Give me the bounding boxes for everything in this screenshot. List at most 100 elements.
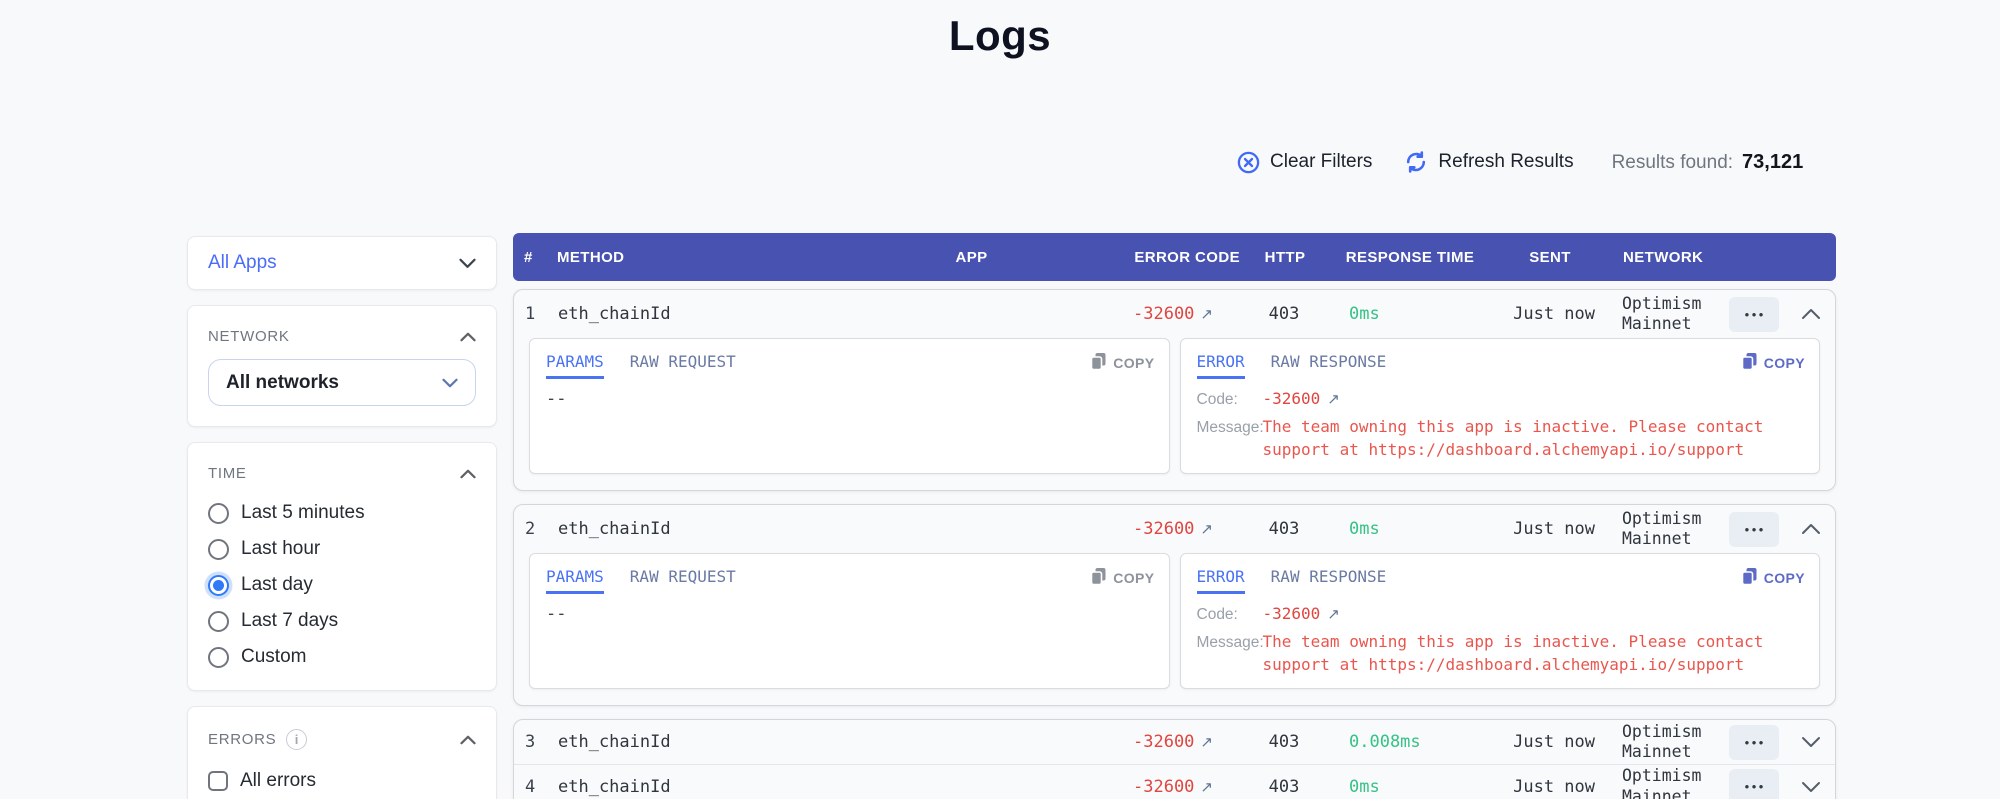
time-option-last-day[interactable]: Last day xyxy=(208,572,476,598)
log-row-group: 1 eth_chainId -32600 ↗ 403 0ms Just now … xyxy=(513,289,1836,491)
results-count: 73,121 xyxy=(1742,151,1803,174)
time-section-header[interactable]: TIME xyxy=(208,465,476,482)
checkbox-icon[interactable] xyxy=(208,771,228,791)
row-more-button[interactable]: ••• xyxy=(1729,297,1779,332)
row-error-code: -32600 xyxy=(1133,304,1194,324)
row-expand-toggle[interactable] xyxy=(1801,523,1821,535)
error-code-label: Code: xyxy=(1197,391,1263,409)
refresh-results-button[interactable]: Refresh Results xyxy=(1404,150,1573,174)
row-response-time: 0ms xyxy=(1329,304,1489,324)
apps-filter-dropdown[interactable]: All Apps xyxy=(187,236,497,290)
error-message-value: The team owning this app is inactive. Pl… xyxy=(1263,631,1804,676)
ellipsis-icon: ••• xyxy=(1742,522,1766,537)
response-panel: ERROR RAW RESPONSE COPY Code: -32600 ↗ xyxy=(1180,338,1821,474)
table-row[interactable]: 2 eth_chainId -32600 ↗ 403 0ms Just now … xyxy=(514,505,1835,553)
row-sent: Just now xyxy=(1489,519,1609,539)
time-option-label: Last 5 minutes xyxy=(241,502,365,524)
chevron-down-icon xyxy=(459,258,476,269)
chevron-up-icon xyxy=(460,332,476,342)
table-row[interactable]: 3 eth_chainId -32600 ↗ 403 0.008ms Just … xyxy=(514,720,1835,764)
col-header-sent: SENT xyxy=(1490,249,1610,266)
clear-filters-button[interactable]: Clear Filters xyxy=(1237,151,1372,174)
ellipsis-icon: ••• xyxy=(1742,779,1766,794)
error-code-link[interactable]: -32600 ↗ xyxy=(1263,389,1340,408)
response-panel: ERROR RAW RESPONSE COPY Code: -32600 ↗ xyxy=(1180,553,1821,689)
copy-response-button[interactable]: COPY xyxy=(1741,567,1805,589)
error-message-label: Message: xyxy=(1197,634,1263,652)
row-error-code-link[interactable]: -32600 ↗ xyxy=(1089,732,1239,752)
info-icon[interactable]: i xyxy=(286,729,307,750)
row-error-code: -32600 xyxy=(1133,732,1194,752)
params-value: -- xyxy=(546,389,566,409)
radio-icon[interactable] xyxy=(208,539,229,560)
radio-icon[interactable] xyxy=(208,647,229,668)
row-expand-toggle[interactable] xyxy=(1801,308,1821,320)
ellipsis-icon: ••• xyxy=(1742,307,1766,322)
log-row-group: 2 eth_chainId -32600 ↗ 403 0ms Just now … xyxy=(513,504,1836,706)
chevron-up-icon xyxy=(1801,523,1821,535)
tab-raw-response[interactable]: RAW RESPONSE xyxy=(1271,567,1387,594)
refresh-icon xyxy=(1404,150,1428,174)
table-rows: 1 eth_chainId -32600 ↗ 403 0ms Just now … xyxy=(513,289,1836,799)
clear-filters-label: Clear Filters xyxy=(1270,151,1372,173)
time-option-custom[interactable]: Custom xyxy=(208,644,476,670)
radio-icon[interactable] xyxy=(208,503,229,524)
row-more-button[interactable]: ••• xyxy=(1729,769,1779,799)
tab-error[interactable]: ERROR xyxy=(1197,567,1245,594)
external-link-arrow-icon: ↗ xyxy=(1327,390,1340,408)
tab-raw-request[interactable]: RAW REQUEST xyxy=(630,352,736,379)
external-link-arrow-icon: ↗ xyxy=(1327,605,1340,623)
apps-filter-value: All Apps xyxy=(208,252,277,274)
copy-icon xyxy=(1090,352,1107,374)
time-option-label: Last hour xyxy=(241,538,320,560)
copy-icon xyxy=(1090,567,1107,589)
refresh-results-label: Refresh Results xyxy=(1438,151,1573,173)
row-expand-toggle[interactable] xyxy=(1801,781,1821,793)
row-more-button[interactable]: ••• xyxy=(1729,725,1779,760)
chevron-down-icon xyxy=(1801,781,1821,793)
row-error-code-link[interactable]: -32600 ↗ xyxy=(1089,777,1239,797)
tab-raw-request[interactable]: RAW REQUEST xyxy=(630,567,736,594)
error-code-link[interactable]: -32600 ↗ xyxy=(1263,604,1340,623)
time-option-last-5-minutes[interactable]: Last 5 minutes xyxy=(208,500,476,526)
radio-icon[interactable] xyxy=(208,575,229,596)
errors-section-title: ERRORS xyxy=(208,731,276,748)
errors-section-header[interactable]: ERRORS i xyxy=(208,729,476,750)
tab-error[interactable]: ERROR xyxy=(1197,352,1245,379)
copy-label: COPY xyxy=(1113,570,1154,586)
row-response-time: 0.008ms xyxy=(1329,732,1489,752)
table-row[interactable]: 1 eth_chainId -32600 ↗ 403 0ms Just now … xyxy=(514,290,1835,338)
table-row[interactable]: 4 eth_chainId -32600 ↗ 403 0ms Just now … xyxy=(514,764,1835,799)
row-method: eth_chainId xyxy=(558,732,854,752)
time-filter-card: TIME Last 5 minutes Last hour Last day L… xyxy=(187,442,497,691)
radio-icon[interactable] xyxy=(208,611,229,632)
row-network: Optimism Mainnet xyxy=(1609,294,1719,334)
page-title: Logs xyxy=(0,12,2000,60)
row-expand-toggle[interactable] xyxy=(1801,736,1821,748)
error-code-label: Code: xyxy=(1197,606,1263,624)
network-section-title: NETWORK xyxy=(208,328,290,345)
tab-params[interactable]: PARAMS xyxy=(546,352,604,379)
network-select[interactable]: All networks xyxy=(208,359,476,406)
row-error-code-link[interactable]: -32600 ↗ xyxy=(1089,519,1239,539)
chevron-down-icon xyxy=(442,378,458,388)
row-more-button[interactable]: ••• xyxy=(1729,512,1779,547)
ellipsis-icon: ••• xyxy=(1742,735,1766,750)
row-error-code: -32600 xyxy=(1133,777,1194,797)
time-option-last-hour[interactable]: Last hour xyxy=(208,536,476,562)
row-network: Optimism Mainnet xyxy=(1609,509,1719,549)
tab-params[interactable]: PARAMS xyxy=(546,567,604,594)
errors-option-all-errors[interactable]: All errors xyxy=(208,768,476,794)
copy-response-button[interactable]: COPY xyxy=(1741,352,1805,374)
results-found-label: Results found: xyxy=(1612,152,1733,174)
time-option-last-7-days[interactable]: Last 7 days xyxy=(208,608,476,634)
row-method: eth_chainId xyxy=(558,777,854,797)
row-network: Optimism Mainnet xyxy=(1609,766,1719,799)
copy-request-button[interactable]: COPY xyxy=(1090,352,1154,374)
tab-raw-response[interactable]: RAW RESPONSE xyxy=(1271,352,1387,379)
copy-request-button[interactable]: COPY xyxy=(1090,567,1154,589)
row-http-status: 403 xyxy=(1239,519,1329,539)
row-error-code-link[interactable]: -32600 ↗ xyxy=(1089,304,1239,324)
error-message-label: Message: xyxy=(1197,419,1263,437)
network-section-header[interactable]: NETWORK xyxy=(208,328,476,345)
